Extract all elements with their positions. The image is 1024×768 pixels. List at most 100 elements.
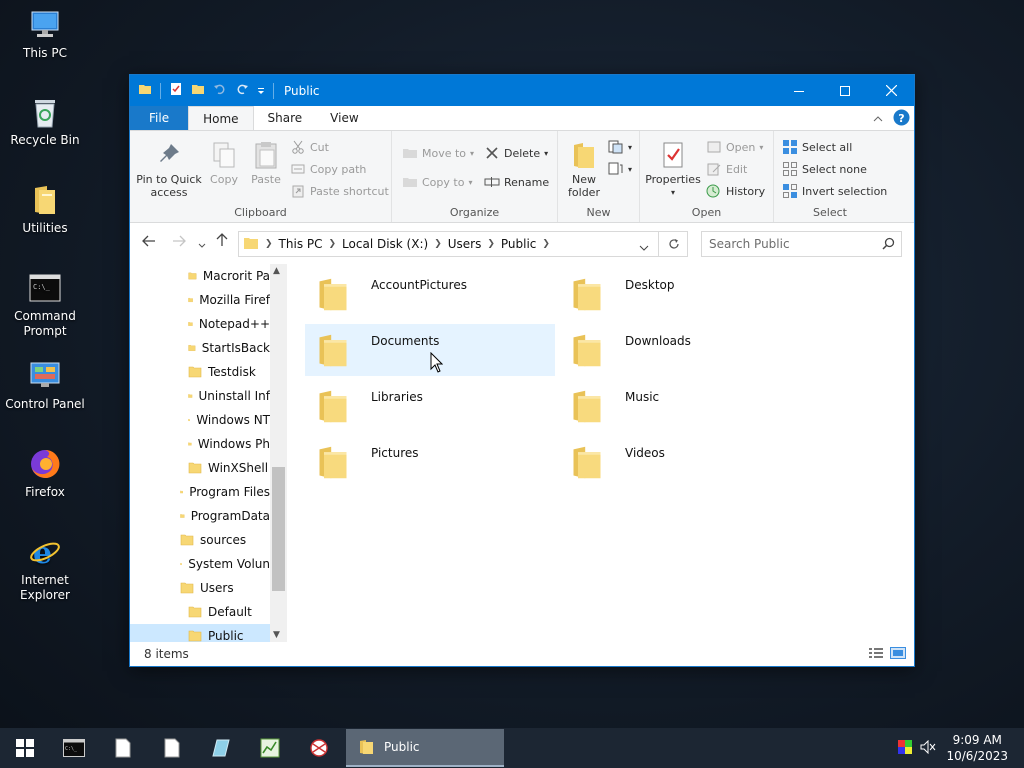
navigation-pane: Public Default Users System Volun sources Pro… — [130, 264, 287, 642]
properties-button[interactable]: Properties ▾ — [644, 139, 702, 199]
breadcrumb-users[interactable]: Users — [448, 237, 482, 251]
pin-to-quick-access-button[interactable]: Pin to Quick access — [136, 139, 202, 199]
invert-selection-button[interactable]: Invert selection — [782, 183, 887, 199]
nav-tree-item[interactable]: Default — [188, 600, 270, 624]
scroll-up-arrow-icon[interactable]: ▲ — [273, 266, 280, 276]
nav-tree-item[interactable]: Mozilla Firef — [188, 288, 270, 312]
desktop-icon-firefox[interactable]: Firefox — [0, 447, 90, 500]
delete-button[interactable]: Delete ▾ — [484, 145, 548, 161]
nav-tree-item[interactable]: Testdisk — [188, 360, 270, 384]
open-button[interactable]: Open ▾ — [706, 139, 763, 155]
chevron-right-icon[interactable]: ❯ — [487, 239, 495, 249]
address-dropdown-icon[interactable] — [639, 240, 649, 254]
folder-icon — [180, 490, 184, 494]
up-button[interactable] — [216, 233, 228, 251]
desktop-icon-control-panel[interactable]: Control Panel — [0, 359, 90, 412]
rename-button[interactable]: Rename — [484, 174, 549, 190]
move-to-button[interactable]: Move to ▾ — [402, 145, 474, 161]
forward-button[interactable] — [172, 235, 186, 251]
nav-tree-item[interactable]: Macrorit Pa — [188, 264, 270, 288]
folder-item[interactable]: Downloads — [559, 324, 809, 376]
nav-tree-item[interactable]: Program Files — [180, 480, 270, 504]
display-color-icon[interactable] — [898, 739, 913, 757]
nav-tree-item[interactable]: StartIsBack — [188, 336, 270, 360]
qat-dropdown-icon[interactable] — [257, 84, 265, 98]
maximize-button[interactable] — [822, 75, 868, 106]
select-all-button[interactable]: Select all — [782, 139, 852, 155]
close-button[interactable] — [868, 75, 914, 106]
folder-item[interactable]: AccountPictures — [305, 268, 555, 320]
breadcrumb-local-disk[interactable]: Local Disk (X:) — [342, 237, 428, 251]
taskbar-explorer-public[interactable]: Public — [346, 729, 504, 767]
nav-tree-item[interactable]: ProgramData — [180, 504, 270, 528]
address-bar[interactable]: ❯ This PC ❯ Local Disk (X:) ❯ Users ❯ Pu… — [238, 231, 688, 257]
undo-icon[interactable] — [213, 82, 227, 99]
clock[interactable]: 9:09 AM 10/6/2023 — [946, 732, 1008, 764]
large-icons-view-icon[interactable] — [890, 647, 906, 662]
folder-item[interactable]: Pictures — [305, 436, 555, 488]
tab-home[interactable]: Home — [188, 106, 254, 130]
taskbar-snipping-tool[interactable] — [294, 728, 343, 768]
taskbar-command-prompt[interactable]: C:\_ — [49, 728, 98, 768]
folder-item[interactable]: Libraries — [305, 380, 555, 432]
minimize-button[interactable] — [776, 75, 822, 106]
title-bar[interactable]: Public — [130, 75, 914, 106]
nav-tree-item[interactable]: Public — [130, 624, 270, 642]
back-button[interactable] — [142, 235, 156, 251]
collapse-ribbon-icon[interactable] — [873, 112, 883, 126]
desktop-icon-this-pc[interactable]: This PC — [0, 8, 90, 61]
history-button[interactable]: History — [706, 183, 765, 199]
taskbar-task-manager[interactable] — [245, 728, 294, 768]
volume-muted-icon[interactable] — [920, 739, 936, 757]
properties-qat-icon[interactable] — [169, 82, 183, 99]
nav-tree-item[interactable]: Uninstall Inf — [188, 384, 270, 408]
desktop-icon-utilities[interactable]: Utilities — [0, 183, 90, 236]
nav-tree-item[interactable]: sources — [180, 528, 270, 552]
scroll-down-arrow-icon[interactable]: ▼ — [273, 630, 280, 640]
edit-button[interactable]: Edit — [706, 161, 747, 177]
taskbar-notepad[interactable] — [98, 728, 147, 768]
taskbar-ramdisk[interactable] — [196, 728, 245, 768]
folder-item[interactable]: Music — [559, 380, 809, 432]
scroll-thumb[interactable] — [272, 467, 285, 591]
paste-shortcut-button[interactable]: Paste shortcut — [290, 183, 389, 199]
recent-locations-button[interactable] — [198, 237, 206, 253]
refresh-button[interactable] — [658, 231, 688, 257]
copy-button[interactable]: Copy — [204, 139, 244, 186]
chevron-right-icon[interactable]: ❯ — [542, 239, 550, 249]
nav-tree-item[interactable]: Windows NT — [188, 408, 270, 432]
cut-button[interactable]: Cut — [290, 139, 329, 155]
tab-file[interactable]: File — [130, 106, 189, 130]
select-none-button[interactable]: Select none — [782, 161, 867, 177]
breadcrumb-this-pc[interactable]: This PC — [279, 237, 323, 251]
chevron-right-icon[interactable]: ❯ — [434, 239, 442, 249]
desktop-icon-internet-explorer[interactable]: e Internet Explorer — [0, 535, 90, 603]
folder-item[interactable]: Videos — [559, 436, 809, 488]
nav-scrollbar[interactable]: ▲ ▼ — [270, 264, 287, 642]
help-icon[interactable]: ? — [893, 109, 910, 129]
folder-item[interactable]: Desktop — [559, 268, 809, 320]
details-view-icon[interactable] — [868, 647, 884, 662]
redo-icon[interactable] — [235, 82, 249, 99]
start-button[interactable] — [0, 728, 49, 768]
paste-button[interactable]: Paste — [246, 139, 286, 186]
new-item-button[interactable]: ▾ — [608, 139, 632, 155]
desktop-icon-recycle-bin[interactable]: Recycle Bin — [0, 95, 90, 148]
copy-path-button[interactable]: Copy path — [290, 161, 366, 177]
search-box[interactable]: Search Public — [701, 231, 902, 257]
chevron-right-icon[interactable]: ❯ — [329, 239, 337, 249]
copy-to-button[interactable]: Copy to ▾ — [402, 174, 472, 190]
nav-tree-item[interactable]: Windows Ph — [188, 432, 270, 456]
nav-tree-item[interactable]: Users — [180, 576, 270, 600]
breadcrumb-public[interactable]: Public — [501, 237, 537, 251]
taskbar-document[interactable] — [147, 728, 196, 768]
desktop-icon-command-prompt[interactable]: C:\_ Command Prompt — [0, 271, 90, 339]
nav-tree-item[interactable]: WinXShell — [188, 456, 270, 480]
easy-access-button[interactable]: ▾ — [608, 161, 632, 177]
new-folder-qat-icon[interactable] — [191, 82, 205, 99]
tab-view[interactable]: View — [316, 106, 372, 130]
nav-tree-item[interactable]: Notepad++ — [188, 312, 270, 336]
nav-tree-item[interactable]: System Volun — [180, 552, 270, 576]
new-folder-button[interactable]: New folder — [564, 139, 604, 199]
tab-share[interactable]: Share — [254, 106, 317, 130]
